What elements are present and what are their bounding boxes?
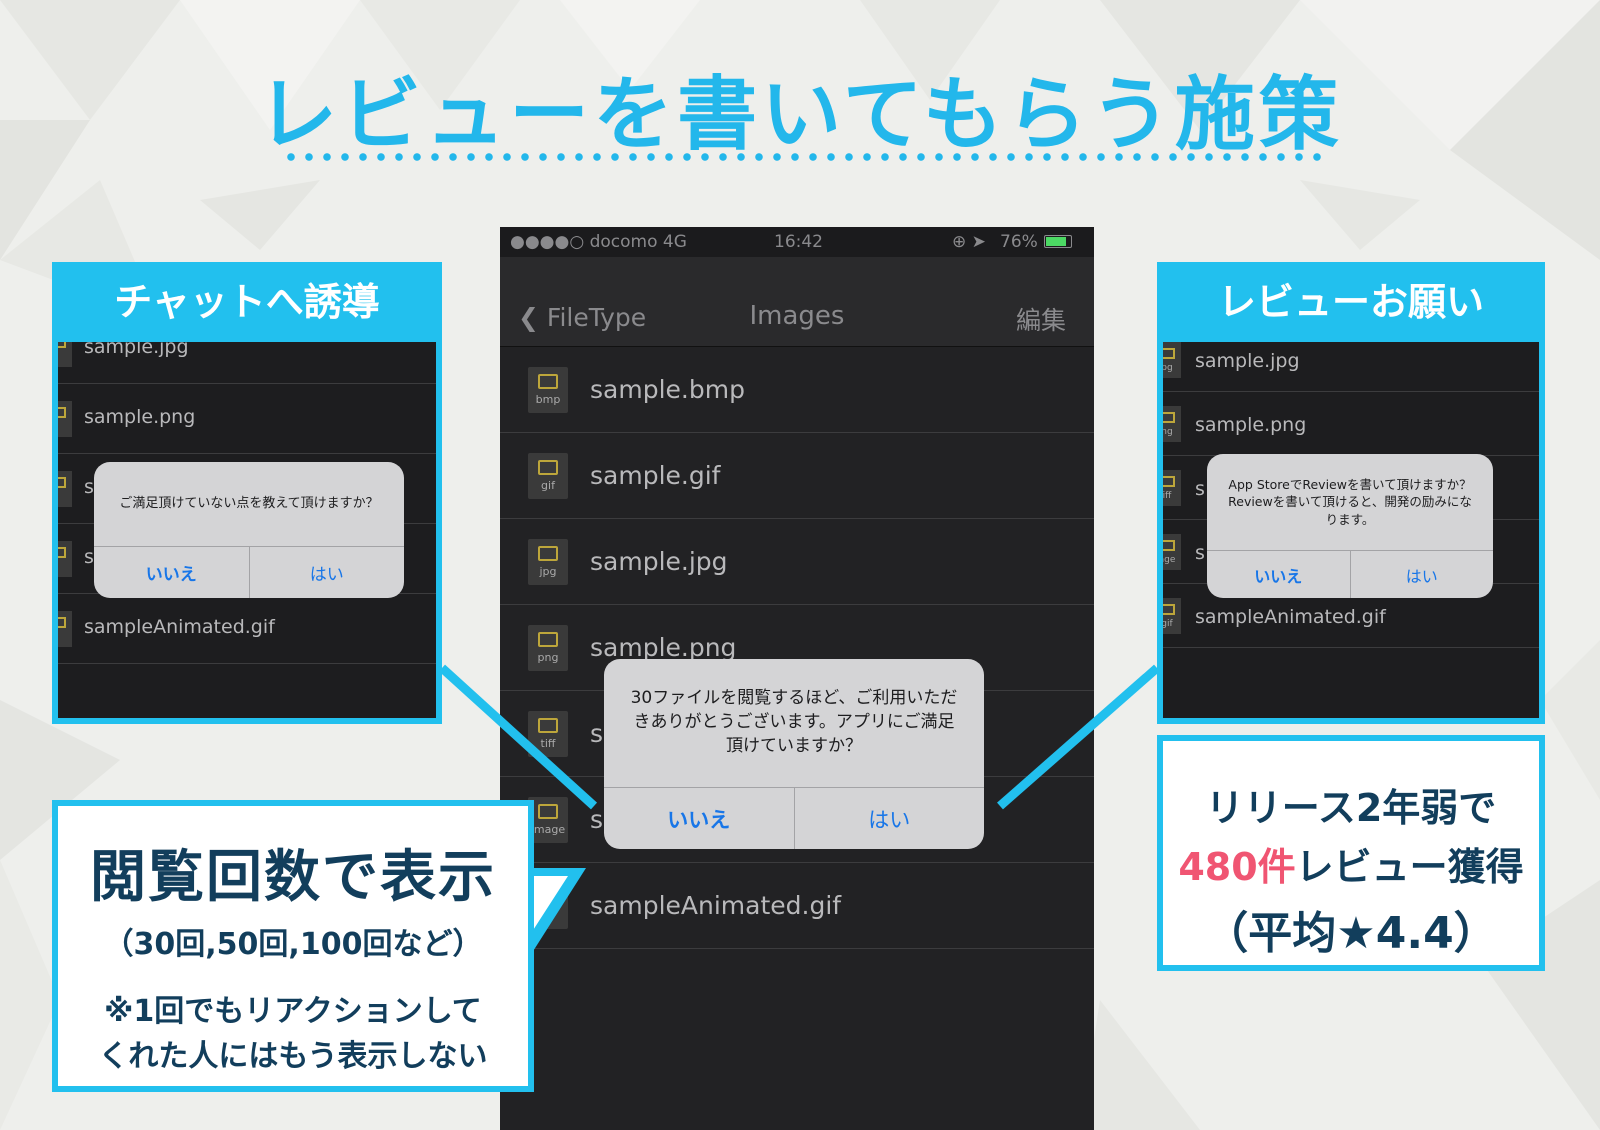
file-row[interactable]: ng sample.png [1163,392,1539,456]
chat-alert-message: ご満足頂けていない点を教えて頂けますか？ [119,495,379,511]
file-list: bmp sample.bmp gif sample.gif jpg sample.jpg p… [500,347,1094,949]
file-name: sampleAnimated.gif [1195,606,1386,628]
file-name: sample.jpg [84,342,189,358]
image-file-icon: bmp [528,367,568,413]
title-dotted-underline [282,150,1326,164]
phone-screenshot: ●●●●○ docomo 4G 16:42 ⊕ ➤ 76% ❮ FileType… [500,227,1094,1130]
callout-examples: （30回,50回,100回など） [103,927,483,962]
review-alert-message: App StoreでReviewを書いて頂けますか？Reviewを書いて頂けると… [1228,476,1472,527]
file-name: s [590,719,604,748]
review-alert-no-button[interactable]: いいえ [1207,551,1350,598]
callout-note-line1: ※1回でもリアクションして [104,994,482,1029]
file-name: sample.bmp [590,375,745,404]
review-alert-yes-button[interactable]: はい [1349,551,1494,598]
file-name: sample.png [590,633,737,662]
image-file-icon [58,401,72,437]
file-name: sample.jpg [590,547,728,576]
left-callout-box: 閲覧回数で表示 （30回,50回,100回など） ※1回でもリアクションして く… [52,800,534,1092]
edit-button[interactable]: 編集 [1016,301,1066,337]
image-file-icon: gif [528,453,568,499]
carrier-text: ●●●●○ docomo 4G [510,232,687,252]
image-file-icon: png [528,625,568,671]
callout-note-line2: くれた人にはもう表示しない [98,1039,488,1074]
file-row[interactable]: bmp sample.bmp [500,347,1094,433]
left-panel-title: チャットへ誘導 [114,280,380,324]
image-file-icon: image [528,797,568,843]
image-file-icon: gif [1163,598,1181,634]
image-file-icon: jpg [528,539,568,585]
image-file-icon: iff [1163,470,1181,506]
file-row[interactable]: pg sample.jpg [1163,342,1539,392]
right-callout-box: リリース2年弱で 480件レビュー獲得 （平均★4.4） [1157,735,1545,971]
callout-headline: 閲覧回数で表示 [90,845,496,910]
left-panel-screen: sample.jpg sample.png s s sampleAnimated.gif… [58,342,436,718]
battery-icon [1044,235,1072,248]
file-name: s [1195,542,1205,564]
rating-alert: 30ファイルを閲覧するほど、ご利用いただきありがとうございます。アプリにご満足頂… [604,659,984,849]
review-count: 480件 [1178,845,1296,889]
chat-alert: ご満足頂けていない点を教えて頂けますか？ いいえ はい [94,462,404,598]
file-name: sampleAnimated.gif [84,616,275,638]
callout-note: ※1回でもリアクションして くれた人にはもう表示しない [58,989,528,1079]
file-name: sampleAnimated.gif [590,891,842,920]
file-name: s [590,805,604,834]
file-name: sample.png [1195,414,1307,436]
result-line2-rest: レビュー獲得 [1295,845,1524,889]
file-name: s [1195,478,1205,500]
file-row[interactable]: gif sampleAnimated.gif [500,863,1094,949]
time-text: 16:42 [774,232,823,252]
right-panel: レビューお願い pgsample.jpgngsample.pngiffsages… [1157,262,1545,724]
file-name: sample.jpg [1195,350,1300,372]
alert-message: 30ファイルを閲覧するほど、ご利用いただきありがとうございます。アプリにご満足頂… [630,688,958,756]
image-file-icon: age [1163,534,1181,570]
file-name: sample.gif [590,461,721,490]
result-line2: 480件レビュー獲得 [1163,836,1539,891]
navigation-bar: ❮ FileType Images 編集 [500,257,1094,347]
image-file-icon: gif [528,883,568,929]
image-file-icon: ng [1163,406,1181,442]
file-name: s [84,476,94,498]
file-row[interactable]: jpg sample.jpg [500,519,1094,605]
image-file-icon [58,342,72,367]
battery-percent: 76% [1000,232,1038,252]
chat-alert-no-button[interactable]: いいえ [94,547,249,598]
status-bar: ●●●●○ docomo 4G 16:42 ⊕ ➤ 76% [500,227,1094,257]
location-icon: ⊕ ➤ [952,232,986,252]
right-panel-title: レビューお願い [1217,280,1484,324]
review-alert: App StoreでReviewを書いて頂けますか？Reviewを書いて頂けると… [1207,454,1493,598]
right-panel-screen: pgsample.jpgngsample.pngiffsagesgifsampl… [1163,342,1539,718]
image-file-icon [58,541,72,577]
alert-no-button[interactable]: いいえ [604,788,794,849]
alert-yes-button[interactable]: はい [793,788,985,849]
chat-alert-yes-button[interactable]: はい [248,547,405,598]
image-file-icon: tiff [528,711,568,757]
page-title: レビューを書いてもらう施策 [257,68,1343,161]
image-file-icon: pg [1163,342,1181,378]
average-rating: （平均★4.4） [1204,908,1498,959]
result-line1: リリース2年弱で [1205,786,1497,830]
left-panel: チャットへ誘導 sample.jpg sample.png s s sampleAnim… [52,262,442,724]
file-row[interactable]: sample.jpg [58,342,436,384]
file-row[interactable]: gif sample.gif [500,433,1094,519]
file-name: s [84,546,94,568]
image-file-icon [58,611,72,647]
file-name: sample.png [84,406,196,428]
file-row[interactable]: sampleAnimated.gif [58,594,436,664]
image-file-icon [58,471,72,507]
file-row[interactable]: sample.png [58,384,436,454]
nav-title: Images [749,301,845,331]
